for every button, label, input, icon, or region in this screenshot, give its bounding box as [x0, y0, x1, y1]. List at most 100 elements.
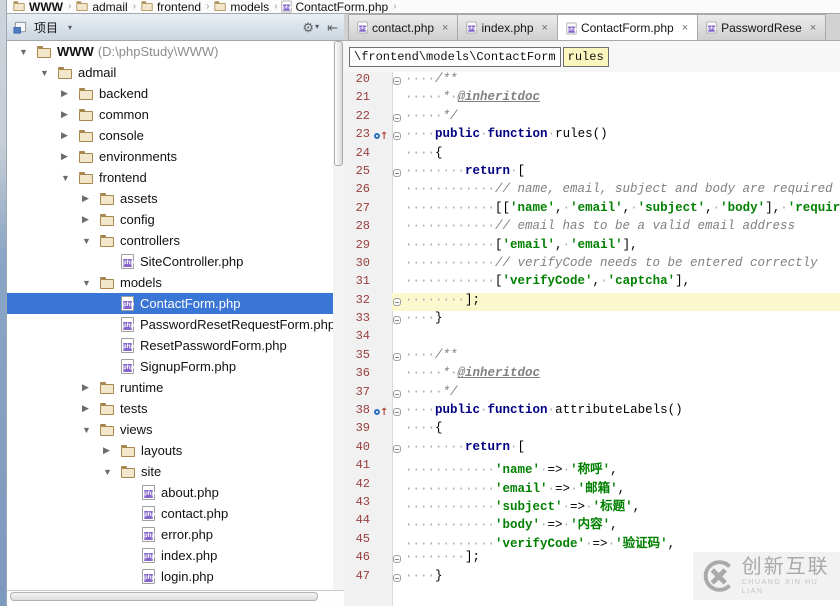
code-line-36[interactable]: 36·····*·@inheritdoc: [344, 366, 840, 384]
fold-marker-icon[interactable]: [393, 77, 401, 85]
tree-item-about-php[interactable]: phpabout.php: [7, 482, 333, 503]
close-tab-icon[interactable]: ×: [542, 22, 548, 34]
scrollbar-thumb[interactable]: [10, 592, 318, 601]
tree-item-passwordresetrequestform-php[interactable]: phpPasswordResetRequestForm.php: [7, 314, 333, 335]
tree-item-models[interactable]: ▼models: [7, 272, 333, 293]
code-line-44[interactable]: 44············'body'·=>·'内容',: [344, 513, 840, 531]
chevron-down-icon[interactable]: ▾: [68, 23, 72, 32]
code-line-40[interactable]: 40········return·[: [344, 440, 840, 458]
fold-marker-icon[interactable]: [393, 353, 401, 361]
collapse-arrow-icon[interactable]: ▼: [103, 467, 121, 477]
code-line-23[interactable]: 23↑····public·function·rules(): [344, 127, 840, 145]
code-line-37[interactable]: 37·····*/: [344, 385, 840, 403]
fold-marker-icon[interactable]: [393, 169, 401, 177]
expand-arrow-icon[interactable]: ▶: [82, 382, 100, 393]
hide-panel-icon[interactable]: ⇤: [327, 21, 338, 34]
expand-arrow-icon[interactable]: ▶: [103, 445, 121, 456]
tab-index-php[interactable]: phpindex.php×: [457, 14, 557, 40]
code-line-21[interactable]: 21·····*·@inheritdoc: [344, 90, 840, 108]
vertical-scrollbar[interactable]: [333, 41, 344, 590]
breadcrumb-item-www[interactable]: WWW: [13, 0, 63, 14]
breadcrumb-item-contactform-php[interactable]: phpContactForm.php: [282, 0, 388, 14]
tree-item-signupform-php[interactable]: phpSignupForm.php: [7, 356, 333, 377]
collapse-arrow-icon[interactable]: ▼: [40, 68, 58, 78]
code-line-28[interactable]: 28············// email has to be a valid…: [344, 219, 840, 237]
expand-arrow-icon[interactable]: ▶: [61, 130, 79, 141]
collapse-arrow-icon[interactable]: ▼: [82, 236, 100, 246]
collapse-arrow-icon[interactable]: ▼: [19, 47, 37, 57]
breadcrumb-item-admail[interactable]: admail: [76, 0, 127, 14]
tree-item-layouts[interactable]: ▶layouts: [7, 440, 333, 461]
override-method-icon[interactable]: ↑: [374, 407, 388, 418]
code-line-22[interactable]: 22·····*/: [344, 109, 840, 127]
tree-item-sitecontroller-php[interactable]: phpSiteController.php: [7, 251, 333, 272]
tree-item-contact-php[interactable]: phpcontact.php: [7, 503, 333, 524]
fold-marker-icon[interactable]: [393, 574, 401, 582]
code-line-30[interactable]: 30············// verifyCode needs to be …: [344, 256, 840, 274]
code-line-39[interactable]: 39····{: [344, 421, 840, 439]
code-line-33[interactable]: 33····}: [344, 311, 840, 329]
tree-item-resetpasswordform-php[interactable]: phpResetPasswordForm.php: [7, 335, 333, 356]
tree-item-environments[interactable]: ▶environments: [7, 146, 333, 167]
tree-item-index-php[interactable]: phpindex.php: [7, 545, 333, 566]
tree-item-views[interactable]: ▼views: [7, 419, 333, 440]
code-line-29[interactable]: 29············['email',·'email'],: [344, 238, 840, 256]
tree-item-common[interactable]: ▶common: [7, 104, 333, 125]
code-line-24[interactable]: 24····{: [344, 146, 840, 164]
horizontal-scrollbar[interactable]: [7, 590, 344, 602]
breadcrumb-item-frontend[interactable]: frontend: [141, 0, 201, 14]
code-line-43[interactable]: 43············'subject'·=>·'标题',: [344, 495, 840, 513]
expand-arrow-icon[interactable]: ▶: [82, 403, 100, 414]
tab-passwordrese[interactable]: phpPasswordRese×: [697, 14, 826, 40]
gear-icon[interactable]: ⚙▾: [302, 21, 319, 34]
collapse-arrow-icon[interactable]: ▼: [82, 425, 100, 435]
code-line-34[interactable]: 34: [344, 329, 840, 347]
fold-marker-icon[interactable]: [393, 114, 401, 122]
expand-arrow-icon[interactable]: ▶: [61, 109, 79, 120]
code-editor[interactable]: 20····/**21·····*·@inheritdoc22·····*/23…: [344, 72, 840, 606]
expand-arrow-icon[interactable]: ▶: [61, 151, 79, 162]
code-line-31[interactable]: 31············['verifyCode',·'captcha'],: [344, 274, 840, 292]
close-tab-icon[interactable]: ×: [810, 22, 816, 34]
code-line-38[interactable]: 38↑····public·function·attributeLabels(): [344, 403, 840, 421]
tree-item-admail[interactable]: ▼admail: [7, 62, 333, 83]
fold-marker-icon[interactable]: [393, 316, 401, 324]
tree-item-config[interactable]: ▶config: [7, 209, 333, 230]
expand-arrow-icon[interactable]: ▶: [82, 193, 100, 204]
fold-marker-icon[interactable]: [393, 390, 401, 398]
code-line-27[interactable]: 27············[['name',·'email',·'subjec…: [344, 201, 840, 219]
tree-item-site[interactable]: ▼site: [7, 461, 333, 482]
tree-item-contactform-php[interactable]: phpContactForm.php: [7, 293, 333, 314]
tree-item-tests[interactable]: ▶tests: [7, 398, 333, 419]
fold-marker-icon[interactable]: [393, 555, 401, 563]
code-line-26[interactable]: 26············// name, email, subject an…: [344, 182, 840, 200]
fold-marker-icon[interactable]: [393, 408, 401, 416]
fold-marker-icon[interactable]: [393, 298, 401, 306]
close-tab-icon[interactable]: ×: [682, 22, 688, 34]
breadcrumb-item-models[interactable]: models: [214, 0, 269, 14]
fold-marker-icon[interactable]: [393, 132, 401, 140]
tree-item-error-php[interactable]: phperror.php: [7, 524, 333, 545]
collapse-arrow-icon[interactable]: ▼: [82, 278, 100, 288]
collapse-arrow-icon[interactable]: ▼: [61, 173, 79, 183]
tree-item-www[interactable]: ▼WWW (D:\phpStudy\WWW): [7, 41, 333, 62]
tree-item-runtime[interactable]: ▶runtime: [7, 377, 333, 398]
tree-item-console[interactable]: ▶console: [7, 125, 333, 146]
tree-item-frontend[interactable]: ▼frontend: [7, 167, 333, 188]
code-line-32[interactable]: 32········];: [344, 293, 840, 311]
expand-arrow-icon[interactable]: ▶: [82, 214, 100, 225]
code-line-45[interactable]: 45············'verifyCode'·=>·'验证码',: [344, 532, 840, 550]
code-line-35[interactable]: 35····/**: [344, 348, 840, 366]
fold-marker-icon[interactable]: [393, 445, 401, 453]
scrollbar-thumb[interactable]: [334, 41, 343, 166]
tab-contact-php[interactable]: phpcontact.php×: [348, 14, 458, 40]
code-line-41[interactable]: 41············'name'·=>·'称呼',: [344, 458, 840, 476]
override-method-icon[interactable]: ↑: [374, 131, 388, 142]
tab-contactform-php[interactable]: phpContactForm.php×: [557, 14, 698, 41]
close-tab-icon[interactable]: ×: [442, 22, 448, 34]
tree-item-backend[interactable]: ▶backend: [7, 83, 333, 104]
tree-item-controllers[interactable]: ▼controllers: [7, 230, 333, 251]
code-line-20[interactable]: 20····/**: [344, 72, 840, 90]
expand-arrow-icon[interactable]: ▶: [61, 88, 79, 99]
tree-item-login-php[interactable]: phplogin.php: [7, 566, 333, 587]
